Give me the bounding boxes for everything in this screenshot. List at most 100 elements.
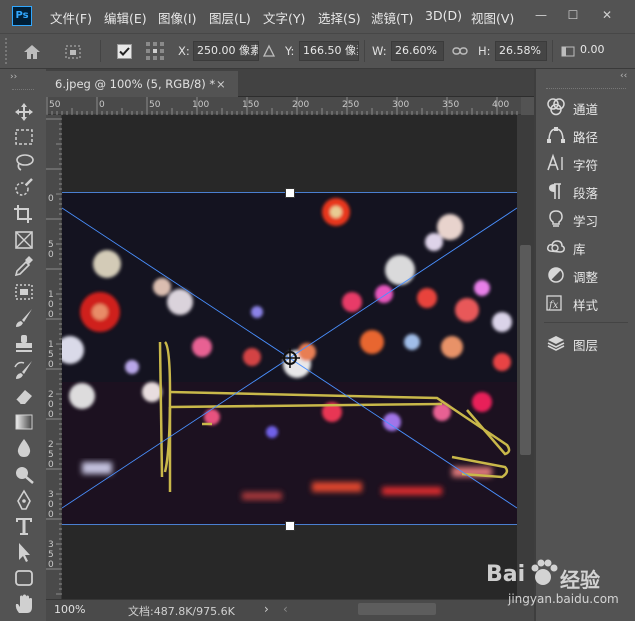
menu-edit[interactable]: 编辑(E) — [104, 8, 147, 27]
ruler-tick-label: 0 — [48, 500, 54, 510]
document-info: 文档:487.8K/975.6K — [128, 605, 235, 618]
panel-libraries-label: 库 — [573, 242, 586, 257]
ruler-tick-label: 0 — [48, 460, 54, 470]
zoom-level[interactable]: 100% — [54, 603, 85, 616]
close-window-button[interactable]: ✕ — [594, 4, 620, 26]
ruler-tick-label: 50 — [49, 100, 61, 110]
panel-paths[interactable]: 路径 — [543, 123, 633, 147]
marquee-tool-icon[interactable] — [12, 126, 36, 148]
panel-libraries[interactable]: 库 — [543, 235, 633, 259]
crop-tool-icon[interactable] — [12, 203, 36, 225]
panel-paragraph[interactable]: 段落 — [543, 179, 633, 203]
brush-tool-icon[interactable] — [12, 307, 36, 329]
panel-character[interactable]: 字符 — [543, 151, 633, 175]
quick-selection-tool-icon[interactable] — [12, 177, 36, 199]
transform-handle-top[interactable] — [285, 188, 295, 198]
adjustments-icon — [548, 267, 564, 283]
transform-handle-bottom[interactable] — [285, 521, 295, 531]
paths-icon — [547, 127, 565, 143]
panel-divider-line — [544, 322, 628, 323]
menu-type[interactable]: 文字(Y) — [263, 8, 305, 27]
watermark-brand: Bai — [486, 562, 526, 587]
options-grip[interactable] — [5, 38, 15, 64]
dodge-tool-icon[interactable] — [12, 463, 36, 485]
gradient-tool-icon[interactable] — [12, 411, 36, 433]
link-xy-icon[interactable] — [262, 44, 276, 58]
ruler-tick-label: 150 — [242, 100, 260, 110]
rotate-angle-field[interactable]: 0.00 — [577, 41, 632, 61]
width-field[interactable]: 26.60% — [391, 41, 444, 61]
tools-grip[interactable] — [12, 89, 34, 93]
panel-grip[interactable] — [546, 88, 626, 92]
x-label: X: — [178, 44, 190, 58]
type-tool-icon[interactable] — [12, 515, 36, 537]
status-menu-arrow[interactable]: › — [264, 602, 269, 616]
rotate-angle-icon — [561, 46, 575, 57]
tools-panel: ›› — [0, 69, 46, 621]
menu-3d[interactable]: 3D(D) — [425, 8, 462, 23]
horizontal-scroll-thumb[interactable] — [358, 603, 436, 615]
menu-select[interactable]: 选择(S) — [318, 8, 361, 27]
hand-tool-icon[interactable] — [12, 593, 36, 615]
menu-image[interactable]: 图像(I) — [158, 8, 196, 27]
menu-filter[interactable]: 滤镜(T) — [371, 8, 413, 27]
panel-adjustments[interactable]: 调整 — [543, 263, 633, 287]
document-image[interactable] — [62, 192, 517, 525]
maximize-button[interactable]: ☐ — [560, 4, 586, 26]
libraries-icon — [547, 240, 565, 253]
reference-point-grid-icon[interactable] — [145, 41, 165, 61]
reference-point-checkbox[interactable] — [117, 44, 132, 59]
minimize-button[interactable]: — — [528, 4, 554, 26]
watermark-url: jingyan.baidu.com — [508, 592, 619, 606]
baidu-jingyan-watermark: Bai 经验 jingyan.baidu.com — [468, 552, 628, 612]
document-tab[interactable]: 6.jpeg @ 100% (5, RGB/8) * × — [46, 71, 238, 97]
vertical-scroll-thumb[interactable] — [520, 245, 531, 455]
ruler-tick-label: 2 — [48, 390, 54, 400]
ruler-tick-label: 0 — [48, 400, 54, 410]
ruler-tick-label: 1 — [48, 340, 54, 350]
y-label: Y: — [285, 44, 295, 58]
clone-stamp-tool-icon[interactable] — [12, 333, 36, 355]
panel-paragraph-label: 段落 — [573, 186, 599, 201]
panel-channels-label: 通道 — [573, 102, 599, 117]
history-brush-tool-icon[interactable] — [12, 359, 36, 381]
h-label: H: — [478, 44, 491, 58]
move-tool-icon[interactable] — [12, 101, 36, 123]
ruler-tick-label: 250 — [342, 100, 360, 110]
eraser-tool-icon[interactable] — [12, 385, 36, 407]
panel-dock: ‹‹ 通道 路径 字符 段落 学习 库 调整 fx 样式 图层 — [536, 69, 635, 621]
panel-learn[interactable]: 学习 — [543, 207, 633, 231]
frame-tool-icon[interactable] — [12, 229, 36, 251]
panel-layers[interactable]: 图层 — [543, 331, 633, 355]
ruler-tick-label: 0 — [48, 194, 54, 204]
path-selection-tool-icon[interactable] — [12, 541, 36, 563]
blur-tool-icon[interactable] — [12, 437, 36, 459]
scroll-left-icon[interactable]: ‹ — [283, 602, 288, 616]
pen-tool-icon[interactable] — [12, 489, 36, 511]
ruler-tick-label: 400 — [492, 100, 510, 110]
menu-layer[interactable]: 图层(L) — [209, 8, 251, 27]
close-tab-icon[interactable]: × — [216, 71, 226, 97]
ruler-tick-label: 350 — [442, 100, 460, 110]
y-position-field[interactable]: 166.50 像素 — [299, 41, 359, 61]
home-icon[interactable] — [22, 43, 42, 61]
ruler-tick-label: 1 — [48, 290, 54, 300]
lasso-tool-icon[interactable] — [12, 151, 36, 173]
panel-styles[interactable]: fx 样式 — [543, 291, 633, 315]
height-field[interactable]: 26.58% — [495, 41, 547, 61]
menu-view[interactable]: 视图(V) — [471, 8, 514, 27]
patch-tool-icon[interactable] — [12, 281, 36, 303]
channels-icon — [547, 98, 565, 116]
menu-file[interactable]: 文件(F) — [50, 8, 92, 27]
collapse-tools-icon[interactable]: ›› — [10, 72, 17, 82]
panel-channels[interactable]: 通道 — [543, 95, 633, 119]
rectangle-tool-icon[interactable] — [12, 567, 36, 589]
ruler-tick-label: 5 — [48, 550, 54, 560]
collapse-panels-icon[interactable]: ‹‹ — [620, 71, 627, 81]
link-aspect-icon[interactable] — [452, 44, 468, 58]
eyedropper-tool-icon[interactable] — [12, 255, 36, 277]
character-icon — [547, 153, 563, 171]
ruler-tick-label: 200 — [292, 100, 310, 110]
move-transform-icon[interactable] — [62, 42, 84, 62]
x-position-field[interactable]: 250.00 像素 — [193, 41, 259, 61]
